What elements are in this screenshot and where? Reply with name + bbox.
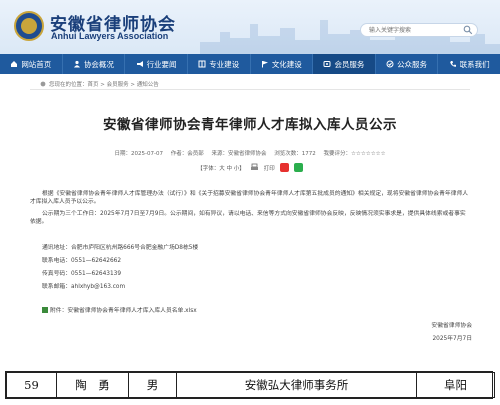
- attachment-label[interactable]: 附件：安徽省律师协会青年律师人才库入库人员名单.xlsx: [50, 305, 197, 314]
- nav-item-label: 专业建设: [209, 59, 240, 69]
- search-input[interactable]: [369, 25, 461, 35]
- nav-item-public-services[interactable]: 公众服务: [376, 54, 439, 74]
- nav-item-home[interactable]: 网站首页: [0, 54, 63, 74]
- font-size-control[interactable]: 【字体：大 中 小】: [197, 164, 245, 172]
- main-nav: 网站首页 协会概况 行业要闻 专业建设 文化建设 会员服务 公众服务 联系我们: [0, 54, 500, 74]
- home-icon: [11, 61, 18, 67]
- nav-item-label: 公众服务: [397, 59, 428, 69]
- nav-item-member-services[interactable]: 会员服务: [313, 54, 376, 74]
- cell-gender: 男: [128, 372, 177, 398]
- contact-phone: 联系电话：0551—62642662: [42, 258, 122, 264]
- meta-views: 浏览次数：1772: [274, 151, 316, 157]
- attachment-link[interactable]: 附件：安徽省律师协会青年律师人才库入库人员名单.xlsx: [42, 305, 197, 314]
- nav-item-professional[interactable]: 专业建设: [188, 54, 251, 74]
- meta-source: 来源：安徽省律师协会: [211, 151, 267, 157]
- megaphone-icon: [136, 61, 143, 67]
- contact-email[interactable]: 联系邮箱：ahlxhyb@163.com: [42, 281, 125, 290]
- nav-item-label: 行业要闻: [146, 59, 177, 69]
- article-meta: 日期：2025-07-07 作者：会员部 来源：安徽省律师协会 浏览次数：177…: [0, 149, 500, 157]
- association-logo[interactable]: [14, 11, 44, 41]
- breadcrumb-text[interactable]: 您现在的位置：首页 > 会员服务 > 通知公告: [49, 80, 159, 88]
- contact-fax: 传真号码：0551—62643139: [42, 271, 122, 277]
- nav-item-label: 联系我们: [459, 59, 490, 69]
- meta-author: 作者：会员部: [170, 151, 204, 157]
- meta-rating[interactable]: 我要评分：☆☆☆☆☆☆☆: [323, 151, 385, 157]
- article-body: 根据《安徽省律师协会青年律师人才库管理办法（试行）》和《关于招募安徽省律师协会青…: [30, 190, 470, 226]
- search-box[interactable]: [360, 23, 478, 37]
- signature-org: 安徽省律师协会: [431, 323, 472, 329]
- public-icon: [386, 60, 394, 68]
- site-subtitle: Anhui Lawyers Association: [51, 31, 169, 41]
- phone-icon: [449, 61, 456, 67]
- member-icon: [323, 61, 331, 67]
- nav-item-label: 会员服务: [334, 59, 365, 69]
- candidate-table: 59 陶 勇 男 安徽弘大律师事务所 阜阳: [5, 371, 495, 399]
- print-icon[interactable]: [250, 163, 259, 172]
- print-link[interactable]: 打印: [264, 164, 275, 172]
- cell-number: 59: [6, 372, 57, 398]
- cell-region: 阜阳: [416, 372, 495, 398]
- people-icon: [73, 60, 80, 68]
- paragraph: 公示期为三个工作日：2025年7月7日至7月9日。公示期间，如有异议，请以电话、…: [30, 211, 466, 225]
- breadcrumb: 您现在的位置：首页 > 会员服务 > 通知公告: [40, 80, 159, 88]
- site-header: 安徽省律师协会 Anhui Lawyers Association: [0, 0, 500, 54]
- meta-date: 日期：2025-07-07: [114, 151, 163, 157]
- weibo-share-icon[interactable]: [279, 163, 289, 172]
- nav-item-label: 网站首页: [21, 59, 52, 69]
- article-tools: 【字体：大 中 小】 打印: [0, 163, 500, 172]
- nav-item-label: 文化建设: [271, 59, 302, 69]
- nav-item-contact[interactable]: 联系我们: [438, 54, 500, 74]
- nav-item-news[interactable]: 行业要闻: [125, 54, 188, 74]
- nav-item-label: 协会概况: [83, 59, 114, 69]
- excel-file-icon: [42, 306, 48, 313]
- flag-icon: [261, 61, 268, 68]
- paragraph: 根据《安徽省律师协会青年律师人才库管理办法（试行）》和《关于招募安徽省律师协会青…: [30, 191, 469, 205]
- table-row: 59 陶 勇 男 安徽弘大律师事务所 阜阳: [6, 372, 495, 398]
- nav-item-culture[interactable]: 文化建设: [251, 54, 314, 74]
- cell-firm: 安徽弘大律师事务所: [176, 372, 417, 398]
- book-icon: [198, 60, 206, 68]
- nav-item-about[interactable]: 协会概况: [63, 54, 126, 74]
- signature-date: 2025年7月7日: [432, 336, 472, 342]
- article-title: 安徽省律师协会青年律师人才库拟入库人员公示: [103, 117, 397, 133]
- search-icon[interactable]: [463, 25, 473, 35]
- divider: [30, 89, 470, 90]
- location-icon: [40, 81, 46, 87]
- cell-name: 陶 勇: [56, 372, 129, 398]
- wechat-share-icon[interactable]: [293, 163, 303, 172]
- contact-address: 通讯地址：合肥市庐阳区杭州路666号合肥金融广场D8栋5楼: [42, 245, 199, 251]
